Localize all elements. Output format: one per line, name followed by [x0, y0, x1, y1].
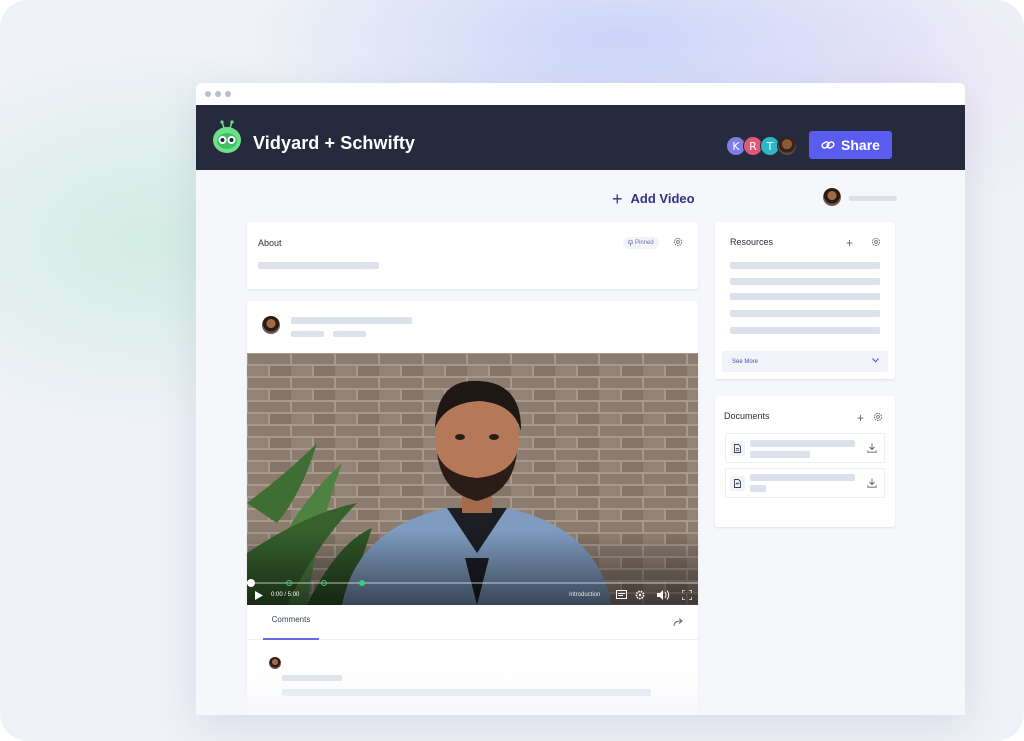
- gear-icon[interactable]: [871, 237, 881, 247]
- share-arrow-icon[interactable]: [673, 617, 685, 627]
- download-icon[interactable]: [867, 443, 877, 453]
- post-tabs: Comments: [247, 605, 698, 640]
- pinned-label: Pinned: [635, 240, 654, 246]
- file-icon: [730, 476, 745, 491]
- post-meta-placeholder: [333, 331, 366, 337]
- share-label: Share: [841, 137, 880, 153]
- about-text-placeholder: [258, 262, 379, 269]
- add-video-button[interactable]: + Add Video: [612, 188, 695, 209]
- tab-comments[interactable]: Comments: [263, 615, 319, 640]
- about-card: About Pinned: [247, 222, 698, 289]
- settings-icon[interactable]: [635, 590, 645, 600]
- document-row[interactable]: [725, 433, 885, 463]
- resource-placeholder[interactable]: [730, 293, 880, 300]
- document-meta-placeholder: [750, 451, 810, 458]
- post-meta-placeholder: [291, 331, 324, 337]
- chapter-marker[interactable]: [286, 580, 292, 586]
- resource-placeholder[interactable]: [730, 262, 880, 269]
- plus-icon: +: [612, 188, 623, 209]
- file-icon: [730, 441, 745, 456]
- browser-window: Vidyard + Schwifty K R T Share + Add Vid…: [196, 83, 965, 715]
- video-post-card: 0:00 / 5:00 Introduction Comments: [247, 301, 698, 715]
- resource-placeholder[interactable]: [730, 327, 880, 334]
- app-title: Vidyard + Schwifty: [253, 133, 416, 153]
- resources-card: Resources + See More: [715, 222, 895, 379]
- see-more-label: See More: [732, 358, 759, 365]
- post-title-placeholder: [291, 317, 412, 324]
- documents-card: Documents +: [715, 396, 895, 527]
- about-title: About: [258, 238, 282, 248]
- fullscreen-icon[interactable]: [682, 590, 692, 600]
- resource-placeholder[interactable]: [730, 278, 880, 285]
- add-document-icon[interactable]: +: [857, 412, 864, 424]
- pin-icon: [628, 240, 633, 246]
- user-name-placeholder: [849, 196, 897, 201]
- pinned-badge[interactable]: Pinned: [623, 237, 659, 249]
- add-video-label: Add Video: [630, 191, 695, 206]
- see-more-button[interactable]: See More: [722, 351, 888, 372]
- avatar[interactable]: [823, 188, 841, 206]
- window-dot[interactable]: [205, 91, 211, 97]
- share-button[interactable]: Share: [809, 131, 892, 159]
- download-icon[interactable]: [867, 478, 877, 488]
- window-dot[interactable]: [225, 91, 231, 97]
- video-shade: [247, 353, 698, 605]
- documents-title: Documents: [724, 411, 770, 421]
- resources-title: Resources: [730, 237, 774, 247]
- progress-track[interactable]: [247, 582, 698, 584]
- chapter-marker[interactable]: [359, 580, 365, 586]
- window-dot[interactable]: [215, 91, 221, 97]
- gear-icon[interactable]: [673, 237, 683, 247]
- comment-author-placeholder: [282, 675, 342, 681]
- document-name-placeholder: [750, 440, 855, 447]
- video-player[interactable]: 0:00 / 5:00 Introduction: [247, 353, 698, 605]
- chapter-label[interactable]: Introduction: [569, 592, 600, 598]
- add-resource-icon[interactable]: +: [846, 237, 853, 249]
- chevron-down-icon: [872, 358, 879, 363]
- captions-icon[interactable]: [616, 590, 627, 599]
- document-row[interactable]: [725, 468, 885, 498]
- video-time: 0:00 / 5:00: [271, 592, 300, 598]
- avatar[interactable]: [262, 316, 280, 334]
- browser-titlebar: [196, 83, 965, 105]
- comment-text-placeholder: [282, 689, 651, 696]
- gear-icon[interactable]: [873, 412, 883, 422]
- document-meta-placeholder: [750, 485, 766, 492]
- document-name-placeholder: [750, 474, 855, 481]
- resource-placeholder[interactable]: [730, 310, 880, 317]
- chapter-marker[interactable]: [321, 580, 327, 586]
- play-icon[interactable]: [255, 591, 263, 600]
- app-header: Vidyard + Schwifty K R T Share: [196, 105, 965, 170]
- robot-logo-icon: [213, 120, 241, 153]
- progress-handle[interactable]: [247, 579, 255, 587]
- link-icon: [821, 141, 835, 149]
- collaborator-avatars[interactable]: K R T: [726, 136, 797, 156]
- avatar[interactable]: [777, 136, 797, 156]
- main-content: + Add Video About Pinned 0:00 / 5:00 Int…: [196, 170, 965, 715]
- volume-icon[interactable]: [657, 590, 670, 600]
- avatar[interactable]: [269, 657, 281, 669]
